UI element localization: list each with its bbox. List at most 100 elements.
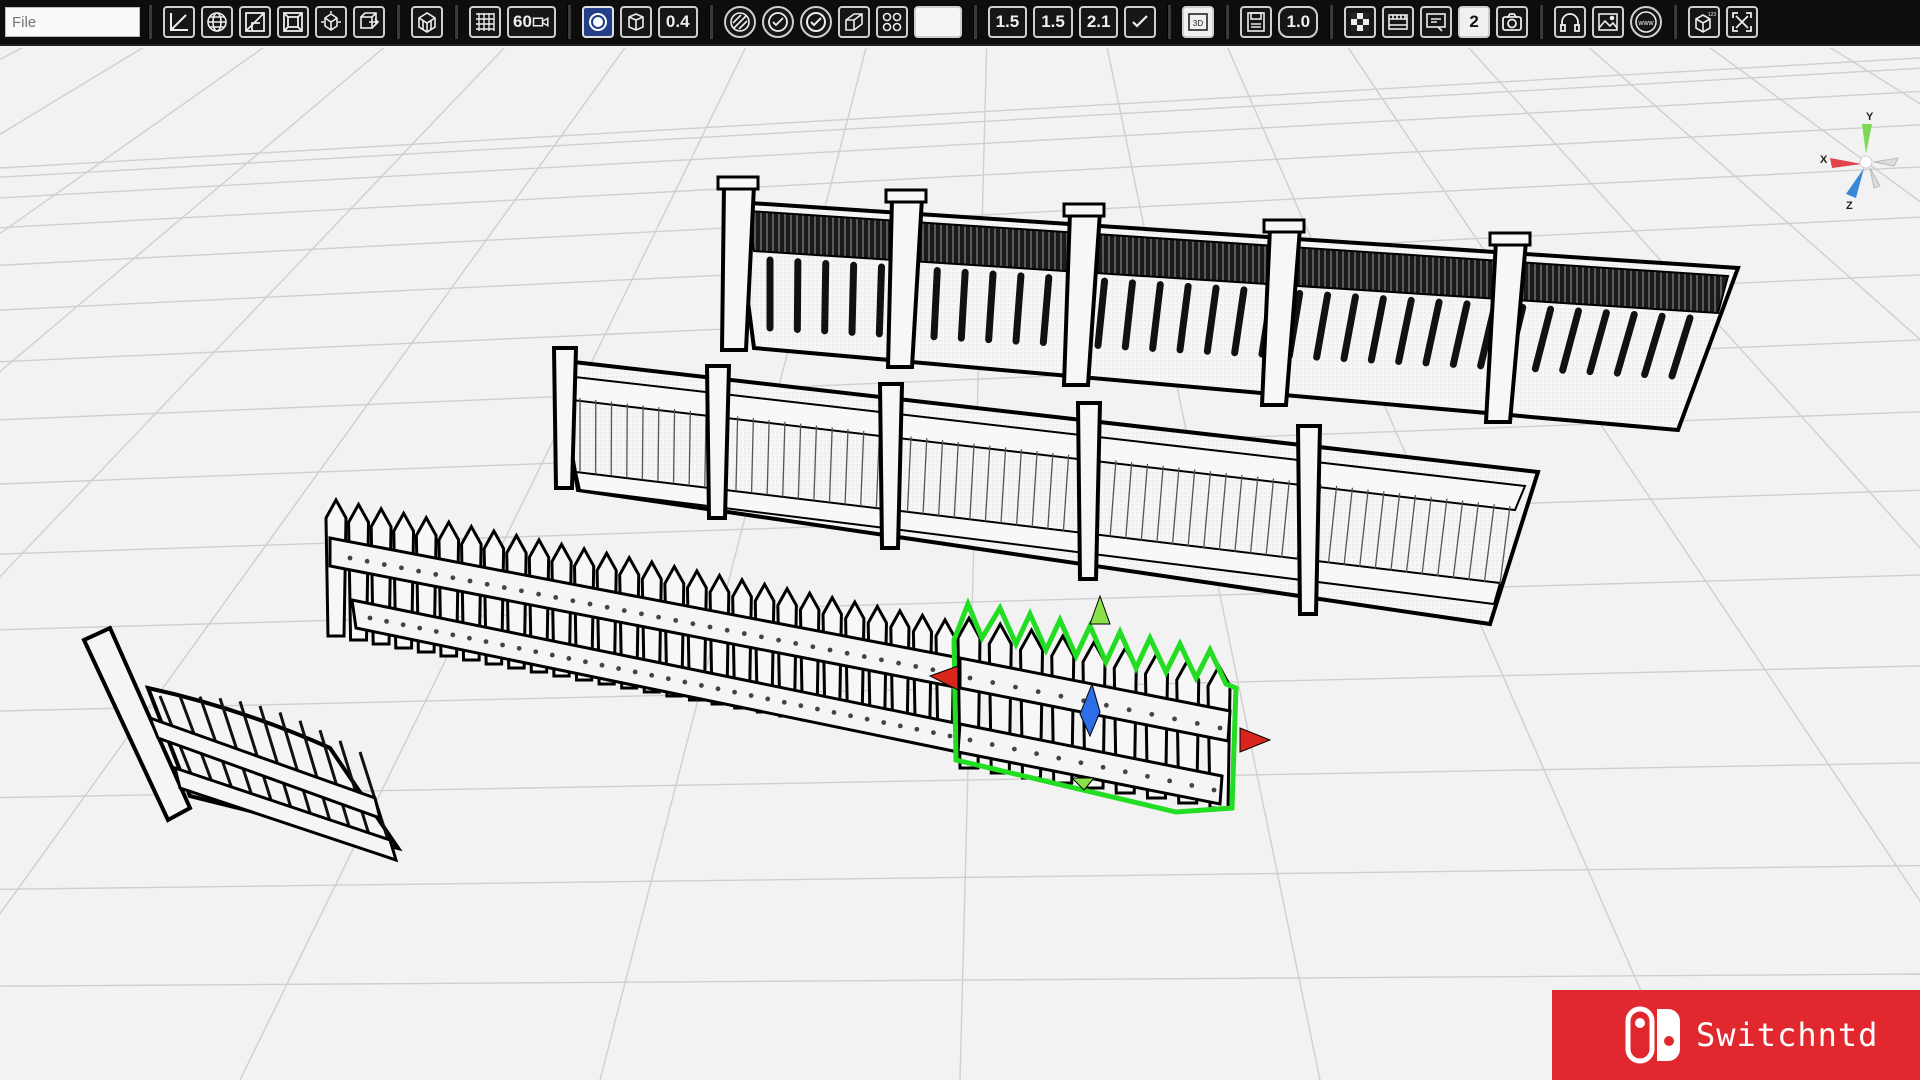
rail-nail: [793, 641, 799, 646]
fence-slot: [930, 267, 941, 341]
target-icon[interactable]: [581, 6, 614, 38]
rail-nail: [861, 654, 867, 659]
rail-nail: [1149, 711, 1155, 717]
gizmo-z-label: Z: [1846, 200, 1853, 212]
rail-nail: [815, 706, 820, 712]
rail-nail: [967, 675, 973, 681]
view-3d-icon[interactable]: 3D: [1182, 6, 1215, 38]
rail-nail: [989, 742, 995, 747]
grid-line: [959, 48, 988, 1080]
rail-nail: [1034, 751, 1039, 757]
save-value-button[interactable]: 1.0: [1278, 6, 1319, 38]
gate[interactable]: [81, 625, 403, 863]
rail-nail: [467, 635, 472, 641]
y-axis-handle-top[interactable]: [1089, 594, 1111, 625]
scale-value-1[interactable]: 1.5: [987, 6, 1028, 38]
rail-nail: [1100, 764, 1106, 770]
fence-post: [551, 346, 579, 490]
fence-slot: [957, 268, 969, 342]
file-input[interactable]: [5, 7, 140, 37]
3d-viewport[interactable]: Y X Z: [0, 48, 1920, 1080]
cluster-icon[interactable]: [875, 6, 908, 38]
rail-nail: [519, 588, 524, 594]
fence-slot: [985, 270, 997, 344]
rail-nail: [1013, 684, 1018, 690]
toolbar-separator: [1673, 5, 1678, 39]
check-stripe-icon[interactable]: [761, 6, 794, 38]
gizmo-y-label: Y: [1866, 111, 1874, 123]
film-icon[interactable]: [1382, 6, 1415, 38]
grid-cube-icon[interactable]: [411, 6, 443, 38]
camera-fov-button[interactable]: 60: [507, 6, 556, 38]
rail-nail: [604, 604, 610, 610]
rail-nail: [864, 716, 870, 722]
stripe-circle-icon[interactable]: [723, 6, 756, 38]
screen-icon[interactable]: [1420, 6, 1453, 38]
camera-icon[interactable]: [1496, 6, 1529, 38]
headphones-icon[interactable]: [1554, 6, 1587, 38]
x-axis-handle-right[interactable]: [1239, 727, 1272, 753]
rail-nail: [649, 672, 655, 678]
switch-logo-icon: [1625, 1006, 1680, 1064]
rail-nail: [1145, 773, 1150, 779]
vertical-slat-fence[interactable]: [716, 175, 1741, 433]
grid-line: [0, 57, 1920, 169]
rail-nail: [1103, 702, 1109, 708]
floppy-icon[interactable]: [1240, 6, 1273, 38]
post-cap: [716, 175, 760, 191]
diagonal-box-icon[interactable]: [239, 6, 271, 38]
transform-cube-icon[interactable]: [315, 6, 347, 38]
color-swatch[interactable]: [913, 6, 962, 38]
panel-slat: [626, 403, 628, 478]
toolbar-separator: [148, 5, 152, 39]
floor-grid: [0, 48, 1920, 1080]
grid-line: [0, 864, 1920, 891]
fov-value: 60: [513, 12, 532, 31]
rail-nail: [827, 647, 833, 653]
checkbox-icon[interactable]: [1124, 6, 1157, 38]
toolbar-separator: [708, 5, 713, 39]
check-circle-icon[interactable]: [799, 6, 832, 38]
rail-nail: [1211, 787, 1217, 793]
toolbar: 60 0.4 1.5 1.5 2.1 3D 1.0 2 www 123: [0, 0, 1920, 46]
toolbar-separator: [454, 5, 458, 39]
cube-icon[interactable]: [619, 6, 652, 38]
image-icon[interactable]: [1592, 6, 1625, 38]
grid-icon[interactable]: [469, 6, 501, 38]
rail-nail: [1058, 693, 1064, 699]
layer-number: 2: [1469, 12, 1479, 31]
scale-value-2[interactable]: 1.5: [1033, 6, 1073, 38]
save-value: 1.0: [1286, 12, 1311, 31]
rail-nail: [798, 703, 804, 709]
fence-post: [877, 382, 905, 550]
rail-nail: [1167, 778, 1173, 784]
rail-nail: [748, 693, 754, 698]
rail-nail: [599, 662, 605, 668]
rail-nail: [364, 558, 370, 564]
toolbar-separator: [566, 5, 571, 39]
post-cap: [1062, 202, 1106, 218]
move-cube-icon[interactable]: [353, 6, 385, 38]
wire-sphere-icon[interactable]: [201, 6, 233, 38]
www-icon[interactable]: www: [1630, 6, 1663, 38]
opacity-value-button[interactable]: 0.4: [657, 6, 698, 38]
scene-canvas[interactable]: [0, 48, 1920, 1080]
scale-value-3[interactable]: 2.1: [1078, 6, 1119, 38]
fence-post: [719, 183, 757, 352]
view-3d-label: 3D: [1193, 19, 1203, 28]
fit-view-icon[interactable]: [1726, 6, 1759, 38]
frame-box-icon[interactable]: [277, 6, 309, 38]
grid-line: [0, 67, 1920, 178]
numbered-cube-icon[interactable]: 123: [1688, 6, 1721, 38]
picket-fence[interactable]: [324, 496, 962, 754]
rail-nail: [765, 696, 771, 702]
layer-2-button[interactable]: 2: [1458, 6, 1491, 38]
checker-icon[interactable]: [1344, 6, 1377, 38]
axis-icon[interactable]: [163, 6, 195, 38]
rail-nail: [501, 585, 507, 590]
rail-nail: [467, 578, 473, 584]
fence-slot: [1012, 272, 1025, 345]
rail-nail: [417, 625, 423, 631]
box-shape-icon[interactable]: [837, 6, 870, 38]
orientation-gizmo[interactable]: Y X Z: [1818, 106, 1902, 216]
